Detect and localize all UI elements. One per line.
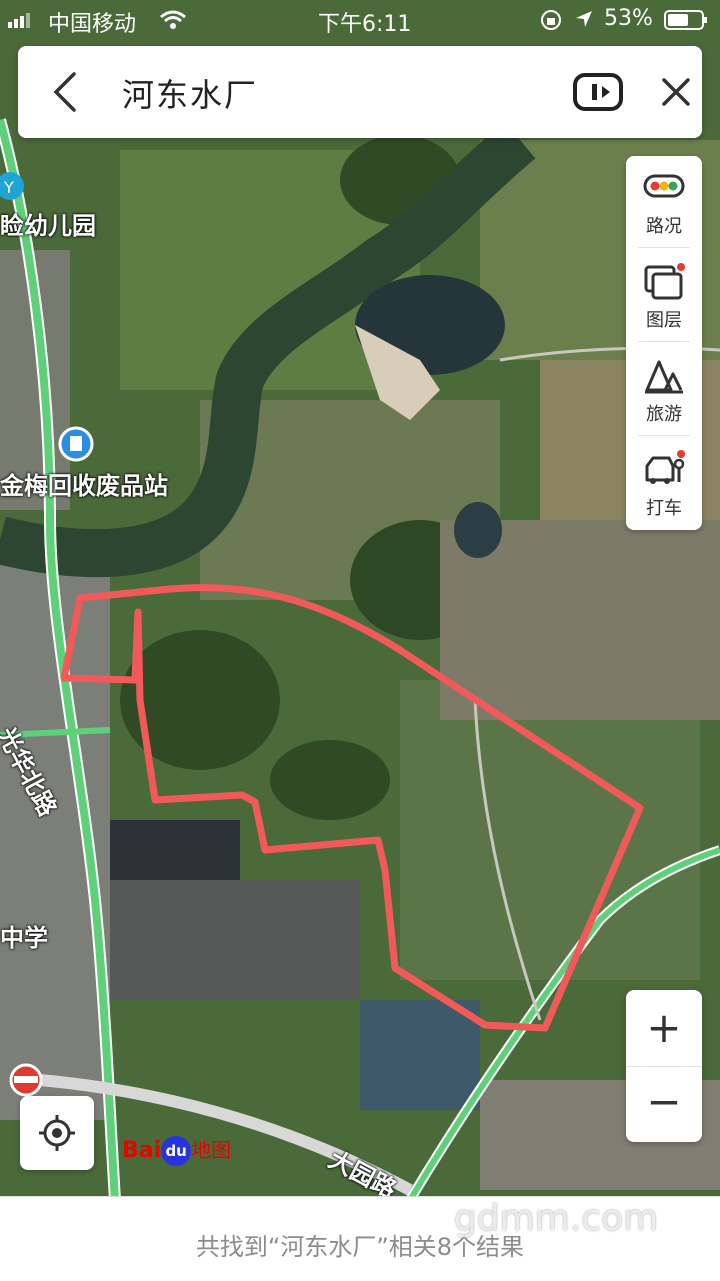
close-icon[interactable] — [658, 74, 694, 110]
watermark: gdmm.com — [454, 1198, 659, 1239]
traffic-light-icon — [643, 174, 685, 198]
satellite-map[interactable]: Y — [0, 0, 720, 1280]
tourism-label: 旅游 — [646, 404, 682, 425]
layers-label: 图层 — [646, 310, 682, 331]
status-bar: 中国移动 下午6:11 53% — [0, 0, 720, 38]
taxi-button[interactable]: 打车 — [626, 438, 702, 530]
zoom-in-button[interactable]: + — [626, 990, 702, 1066]
ar-camera-icon[interactable] — [572, 72, 624, 112]
zoom-controls: + − — [626, 990, 702, 1142]
layers-icon — [644, 263, 685, 300]
tourism-icon — [645, 360, 683, 394]
battery-icon — [664, 10, 707, 30]
orientation-lock-icon — [541, 10, 561, 30]
traffic-button[interactable]: 路况 — [626, 156, 702, 248]
search-bar[interactable]: 河东水厂 — [18, 46, 702, 138]
tourism-button[interactable]: 旅游 — [626, 344, 702, 436]
clock: 下午6:11 — [318, 12, 412, 37]
search-query[interactable]: 河东水厂 — [122, 70, 258, 116]
crosshair-icon — [39, 1115, 75, 1151]
logo-brand: Bai — [122, 1138, 162, 1163]
location-arrow-icon — [576, 11, 592, 27]
map-label-school[interactable]: 中学 — [0, 918, 48, 953]
battery-percent: 53% — [604, 6, 653, 31]
zoom-out-button[interactable]: − — [626, 1066, 702, 1143]
svg-text:Y: Y — [3, 178, 14, 197]
signal-icon — [8, 13, 30, 28]
traffic-label: 路况 — [646, 216, 682, 237]
baidu-map-logo: Bai du 地图 — [122, 1134, 231, 1166]
locate-me-button[interactable] — [20, 1096, 94, 1170]
layers-button[interactable]: 图层 — [626, 250, 702, 342]
map-tools-panel: 路况 图层 旅游 打车 — [626, 156, 702, 530]
taxi-icon — [645, 450, 685, 484]
logo-paw: du — [161, 1136, 192, 1166]
taxi-label: 打车 — [646, 498, 682, 519]
map-label-kindergarten[interactable]: 睑幼儿园 — [0, 206, 96, 241]
carrier-name: 中国移动 — [48, 12, 137, 37]
wifi-icon — [160, 10, 186, 29]
map-label-recycling[interactable]: 金梅回收废品站 — [0, 466, 168, 501]
back-arrow-icon[interactable] — [48, 70, 84, 114]
logo-suffix: 地图 — [191, 1138, 232, 1162]
